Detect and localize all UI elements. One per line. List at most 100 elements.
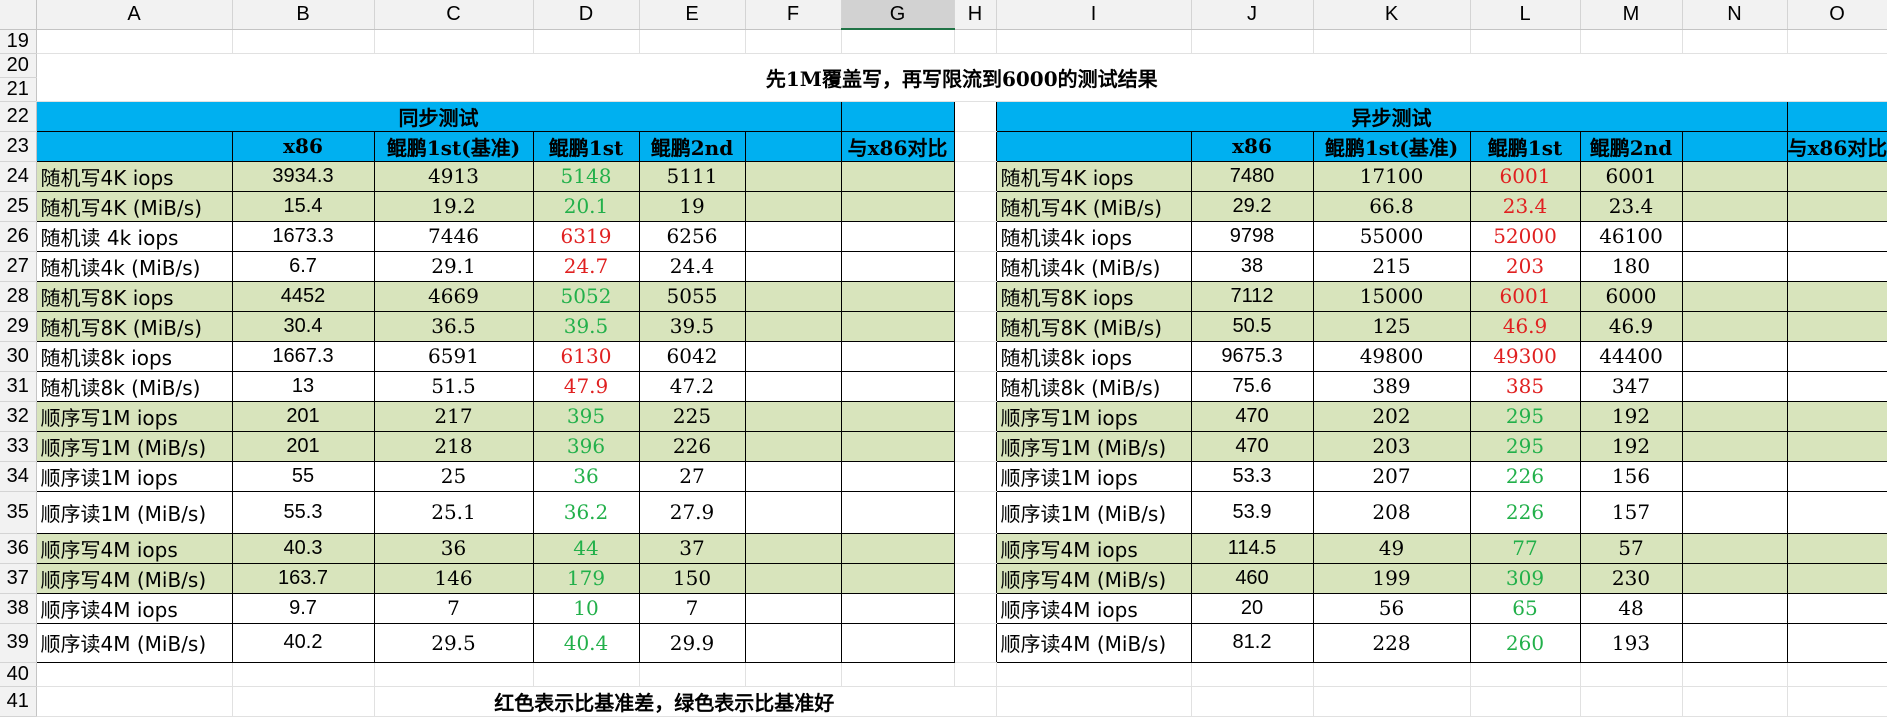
sync-x86-value[interactable]: 15.4 <box>231 190 375 222</box>
column-header-a[interactable]: A <box>36 0 233 30</box>
sync-empty-column[interactable] <box>744 430 842 462</box>
sync-section-header[interactable]: 同步测试 <box>35 100 842 132</box>
async-kunpeng-1st-value[interactable]: 52000 <box>1469 220 1581 252</box>
sync-kunpeng-1st-value[interactable]: 395 <box>532 400 640 432</box>
sync-header-2[interactable]: 鲲鹏1st <box>532 130 640 162</box>
row-header[interactable]: 34 <box>0 461 37 492</box>
async-compare-header-top[interactable] <box>1786 100 1887 132</box>
async-kunpeng-1st-value[interactable]: 65 <box>1469 592 1581 624</box>
sync-baseline-value[interactable]: 4913 <box>373 160 534 192</box>
async-x86-value[interactable]: 50.5 <box>1190 310 1314 342</box>
async-label-header[interactable] <box>995 130 1192 162</box>
sync-x86-value[interactable]: 6.7 <box>231 250 375 282</box>
sync-empty-column[interactable] <box>744 532 842 564</box>
async-x86-comparison[interactable] <box>1786 340 1887 372</box>
async-x86-comparison[interactable] <box>1786 592 1887 624</box>
sync-x86-comparison[interactable] <box>840 430 955 462</box>
sync-metric-label[interactable]: 随机读8k iops <box>35 340 233 372</box>
sync-kunpeng-2nd-value[interactable]: 24.4 <box>638 250 746 282</box>
async-kunpeng-1st-value[interactable]: 309 <box>1469 562 1581 594</box>
sync-x86-value[interactable]: 1667.3 <box>231 340 375 372</box>
async-header-5[interactable]: 与x86对比 <box>1786 130 1887 162</box>
gap-cell[interactable] <box>953 461 997 492</box>
gap-cell[interactable] <box>953 131 997 162</box>
column-header-h[interactable]: H <box>954 0 997 30</box>
sync-metric-label[interactable]: 随机读 4k iops <box>35 220 233 252</box>
row-header[interactable]: 36 <box>0 533 37 564</box>
async-x86-comparison[interactable] <box>1786 280 1887 312</box>
row-header[interactable]: 29 <box>0 311 37 342</box>
gap-cell[interactable] <box>953 623 997 663</box>
async-empty-column[interactable] <box>1681 622 1788 663</box>
sync-empty-column[interactable] <box>744 460 842 492</box>
empty-cell[interactable] <box>996 29 1192 54</box>
empty-cell[interactable] <box>954 662 997 687</box>
empty-cell[interactable] <box>232 686 375 717</box>
async-metric-label[interactable]: 随机写8K (MiB/s) <box>995 310 1192 342</box>
gap-cell[interactable] <box>953 563 997 594</box>
async-kunpeng-2nd-value[interactable]: 347 <box>1579 370 1683 402</box>
row-header[interactable]: 33 <box>0 431 37 462</box>
sync-kunpeng-1st-value[interactable]: 36.2 <box>532 490 640 534</box>
sync-kunpeng-1st-value[interactable]: 5148 <box>532 160 640 192</box>
async-empty-column[interactable] <box>1681 430 1788 462</box>
sync-kunpeng-2nd-value[interactable]: 6256 <box>638 220 746 252</box>
empty-cell[interactable] <box>996 662 1192 687</box>
async-x86-value[interactable]: 9798 <box>1190 220 1314 252</box>
sync-baseline-value[interactable]: 25.1 <box>373 490 534 534</box>
sync-kunpeng-1st-value[interactable]: 44 <box>532 532 640 564</box>
sync-x86-value[interactable]: 201 <box>231 400 375 432</box>
empty-cell[interactable] <box>841 662 955 687</box>
sync-x86-comparison[interactable] <box>840 532 955 564</box>
sync-x86-comparison[interactable] <box>840 592 955 624</box>
sync-kunpeng-2nd-value[interactable]: 29.9 <box>638 622 746 663</box>
sync-empty-column[interactable] <box>744 220 842 252</box>
row-header[interactable]: 28 <box>0 281 37 312</box>
async-kunpeng-2nd-value[interactable]: 44400 <box>1579 340 1683 372</box>
empty-cell[interactable] <box>36 686 233 717</box>
async-metric-label[interactable]: 顺序写1M (MiB/s) <box>995 430 1192 462</box>
empty-cell[interactable] <box>1787 686 1887 717</box>
async-header-3[interactable]: 鲲鹏2nd <box>1579 130 1683 162</box>
async-empty-column[interactable] <box>1681 340 1788 372</box>
async-kunpeng-1st-value[interactable]: 226 <box>1469 490 1581 534</box>
sync-metric-label[interactable]: 随机读8k (MiB/s) <box>35 370 233 402</box>
empty-cell[interactable] <box>996 686 1192 717</box>
sync-empty-column[interactable] <box>744 340 842 372</box>
gap-cell[interactable] <box>953 431 997 462</box>
async-kunpeng-2nd-value[interactable]: 6000 <box>1579 280 1683 312</box>
async-x86-comparison[interactable] <box>1786 370 1887 402</box>
async-x86-value[interactable]: 470 <box>1190 400 1314 432</box>
empty-cell[interactable] <box>841 29 955 54</box>
async-baseline-value[interactable]: 215 <box>1312 250 1471 282</box>
async-x86-value[interactable]: 29.2 <box>1190 190 1314 222</box>
row-header[interactable]: 30 <box>0 341 37 372</box>
row-header[interactable]: 41 <box>0 686 37 717</box>
async-x86-comparison[interactable] <box>1786 400 1887 432</box>
async-metric-label[interactable]: 顺序读1M iops <box>995 460 1192 492</box>
sync-kunpeng-1st-value[interactable]: 24.7 <box>532 250 640 282</box>
sync-kunpeng-2nd-value[interactable]: 47.2 <box>638 370 746 402</box>
column-header-l[interactable]: L <box>1470 0 1581 30</box>
async-metric-label[interactable]: 随机读4k (MiB/s) <box>995 250 1192 282</box>
sync-kunpeng-2nd-value[interactable]: 7 <box>638 592 746 624</box>
sync-x86-value[interactable]: 40.3 <box>231 532 375 564</box>
row-header[interactable]: 21 <box>0 77 37 102</box>
async-x86-comparison[interactable] <box>1786 250 1887 282</box>
sync-baseline-value[interactable]: 51.5 <box>373 370 534 402</box>
sync-empty-column[interactable] <box>744 310 842 342</box>
async-header-2[interactable]: 鲲鹏1st <box>1469 130 1581 162</box>
empty-cell[interactable] <box>1313 662 1471 687</box>
gap-cell[interactable] <box>953 533 997 564</box>
sync-baseline-value[interactable]: 29.5 <box>373 622 534 663</box>
empty-cell[interactable] <box>533 662 640 687</box>
async-kunpeng-1st-value[interactable]: 6001 <box>1469 280 1581 312</box>
sync-metric-label[interactable]: 顺序写1M (MiB/s) <box>35 430 233 462</box>
async-x86-value[interactable]: 9675.3 <box>1190 340 1314 372</box>
async-metric-label[interactable]: 顺序读4M (MiB/s) <box>995 622 1192 663</box>
sync-baseline-value[interactable]: 4669 <box>373 280 534 312</box>
sync-x86-value[interactable]: 1673.3 <box>231 220 375 252</box>
async-baseline-value[interactable]: 49 <box>1312 532 1471 564</box>
sync-baseline-value[interactable]: 217 <box>373 400 534 432</box>
async-section-header[interactable]: 异步测试 <box>995 100 1788 132</box>
